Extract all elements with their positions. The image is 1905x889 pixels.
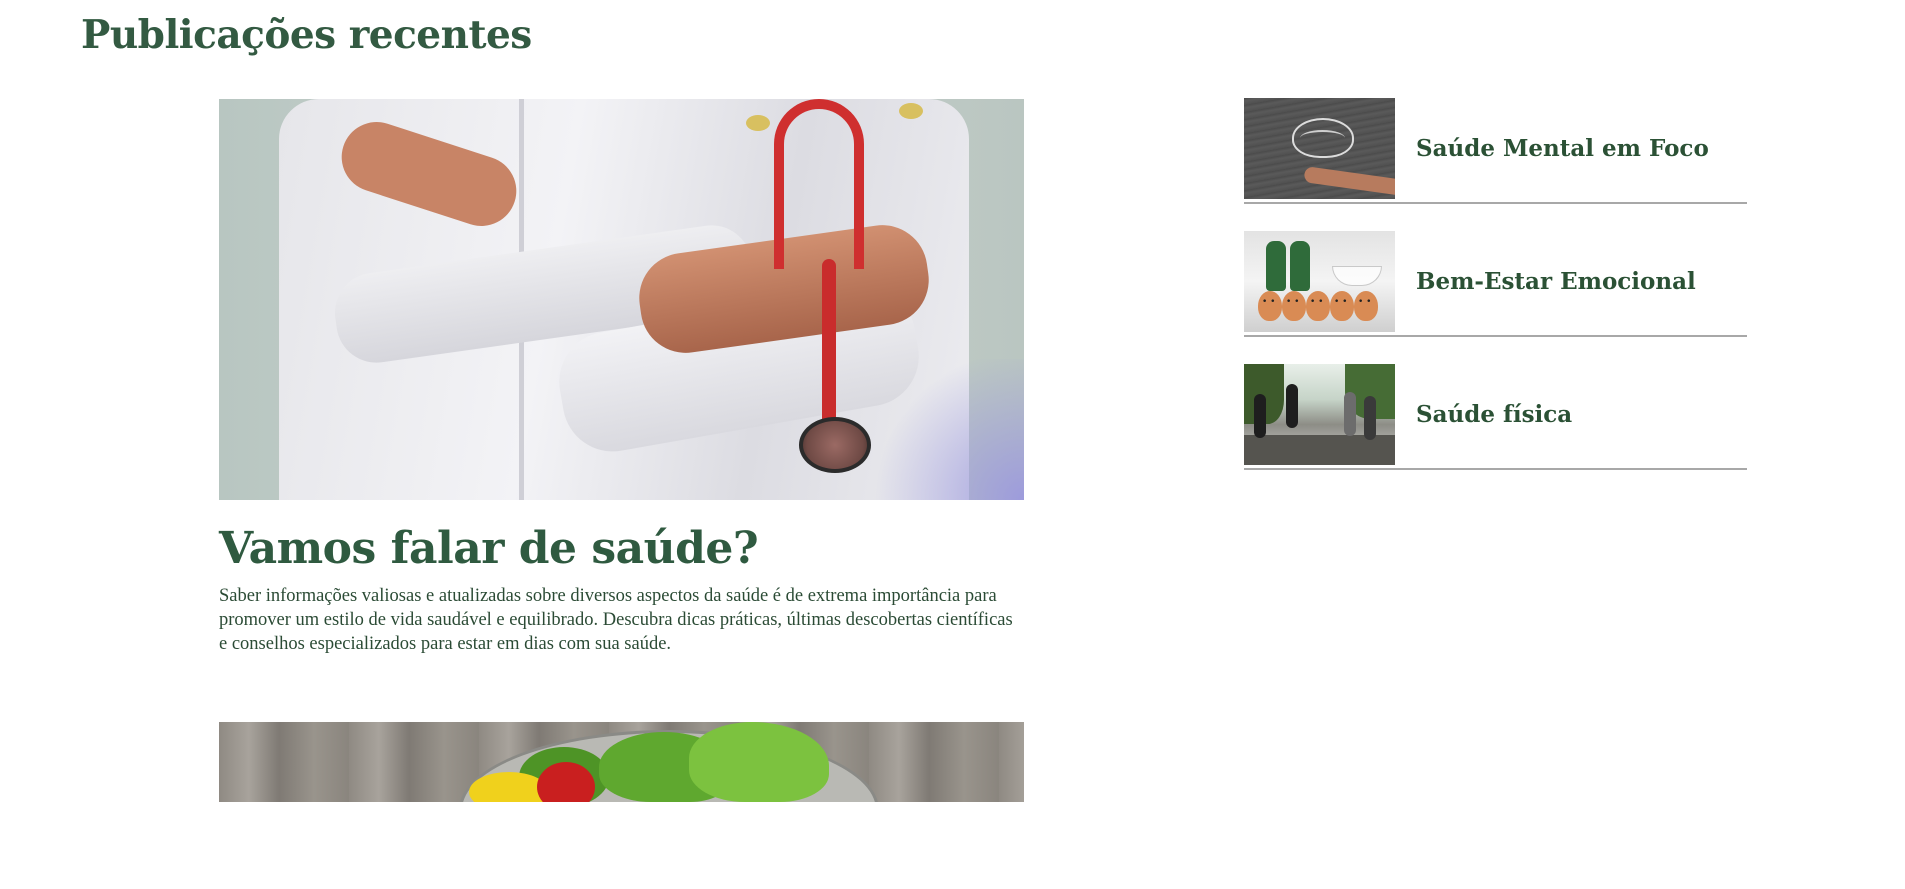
image-shape [1330,291,1354,321]
image-shape [1258,291,1282,321]
thumbnail-brain-image[interactable] [1244,98,1395,199]
featured-article[interactable]: Vamos falar de saúde? Saber informações … [219,99,1024,656]
sidebar-item-title[interactable]: Saúde física [1416,401,1572,428]
image-shape [822,259,836,439]
recent-posts-sidebar: Saúde Mental em Foco Bem-Estar Emocional… [1244,98,1747,498]
image-shape [746,115,770,131]
thumbnail-eggs-image[interactable] [1244,231,1395,332]
image-shape [774,99,864,269]
featured-title[interactable]: Vamos falar de saúde? [219,524,1024,573]
image-shape [1364,396,1376,440]
thumbnail-runners-image[interactable] [1244,364,1395,465]
image-shape [1300,130,1345,146]
sidebar-item-saude-mental[interactable]: Saúde Mental em Foco [1244,98,1747,204]
image-shape [899,103,923,119]
sidebar-item-saude-fisica[interactable]: Saúde física [1244,364,1747,470]
image-shape [1266,241,1286,291]
section-title: Publicações recentes [81,12,532,58]
image-shape [1344,392,1356,436]
second-article-image-salad[interactable] [219,722,1024,802]
sidebar-item-title[interactable]: Bem-Estar Emocional [1416,268,1696,295]
image-shape [1306,291,1330,321]
image-shape [1290,241,1310,291]
featured-description: Saber informações valiosas e atualizadas… [219,586,1013,655]
image-shape [799,417,871,473]
image-shape [1332,266,1382,286]
image-shape [689,722,829,802]
image-shape [1282,291,1306,321]
image-shape [1303,166,1395,196]
image-shape [864,359,1024,500]
featured-image-doctor-stethoscope[interactable] [219,99,1024,500]
image-shape [1286,384,1298,428]
image-shape [1254,394,1266,438]
sidebar-item-title[interactable]: Saúde Mental em Foco [1416,135,1709,162]
image-shape [1354,291,1378,321]
sidebar-item-bem-estar[interactable]: Bem-Estar Emocional [1244,231,1747,337]
